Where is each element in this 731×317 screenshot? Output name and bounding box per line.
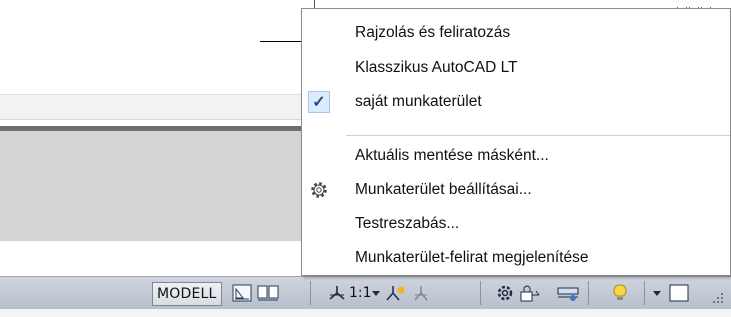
menu-item-drafting-annotation[interactable]: Rajzolás és feliratozás: [302, 17, 730, 49]
menu-item-own-workspace[interactable]: ✓ saját munkaterület: [302, 86, 730, 118]
checkmark-icon: ✓: [308, 91, 330, 113]
grey-panel: [0, 131, 302, 241]
menu-item-label: Munkaterület-felirat megjelenítése: [355, 249, 589, 266]
menu-item-label: saját munkaterület: [355, 93, 482, 110]
viewcube-fragment-icon: [677, 0, 719, 15]
clean-screen-icon[interactable]: [668, 283, 690, 303]
bulb-icon[interactable]: [608, 283, 632, 303]
menu-item-label: Munkaterület beállításai...: [355, 181, 532, 198]
menu-arrow-icon[interactable]: [651, 283, 663, 303]
drawn-line: [260, 41, 302, 42]
annotation-scale-value[interactable]: 1:1: [349, 283, 372, 303]
menu-separator: [346, 135, 730, 136]
status-separator: [588, 281, 589, 305]
menu-item-label: Klasszikus AutoCAD LT: [355, 59, 518, 76]
model-space-button[interactable]: MODELL: [152, 282, 222, 306]
layout-icon[interactable]: [231, 283, 253, 303]
dropdown-arrow-icon[interactable]: [371, 283, 381, 303]
menu-item-label: Rajzolás és feliratozás: [355, 24, 511, 41]
resize-grip-icon[interactable]: [707, 290, 725, 304]
quickview-layouts-icon[interactable]: [256, 283, 280, 303]
status-separator: [310, 281, 311, 305]
workspace-context-menu: Rajzolás és feliratozás Klasszikus AutoC…: [301, 8, 731, 276]
annotation-visibility-icon[interactable]: [383, 283, 407, 303]
autoscale-icon[interactable]: [410, 283, 434, 303]
gear-icon: [308, 179, 330, 201]
status-separator: [480, 281, 481, 305]
lock-icon[interactable]: [518, 283, 542, 303]
window-bottom-edge: [0, 309, 731, 317]
hardware-acceleration-icon[interactable]: [556, 283, 580, 303]
horizontal-scrollbar[interactable]: [0, 94, 302, 120]
menu-item-workspace-settings[interactable]: Munkaterület beállításai...: [302, 174, 730, 206]
menu-item-customize[interactable]: Testreszabás...: [302, 208, 730, 240]
workspace-gear-icon[interactable]: [494, 283, 516, 303]
menu-item-label: Testreszabás...: [355, 215, 460, 232]
menu-item-label: Aktuális mentése másként...: [355, 147, 549, 164]
menu-item-save-current-as[interactable]: Aktuális mentése másként...: [302, 140, 730, 172]
menu-item-show-workspace-label[interactable]: Munkaterület-felirat megjelenítése: [302, 242, 730, 274]
menu-item-classic-autocad-lt[interactable]: Klasszikus AutoCAD LT: [302, 52, 730, 84]
status-separator: [644, 281, 645, 305]
annotation-scale-icon[interactable]: [326, 283, 348, 303]
